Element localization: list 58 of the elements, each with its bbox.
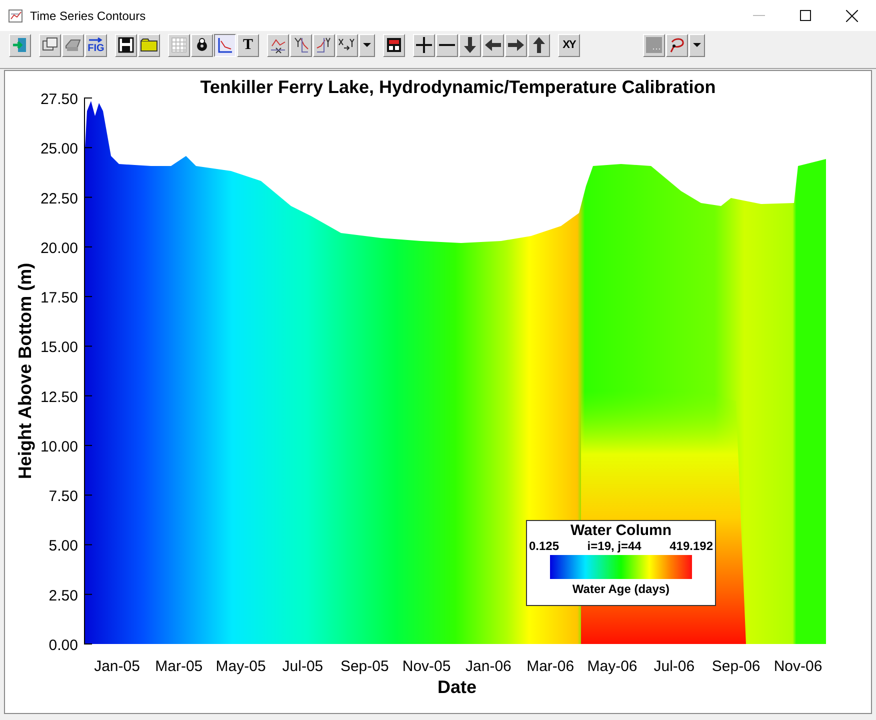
x-tick-label: Jul-06	[654, 658, 695, 675]
x-tick-label: Mar-06	[526, 658, 574, 675]
y-tick-label: 2.50	[48, 587, 78, 604]
x-tick-label: Mar-05	[155, 658, 203, 675]
y-tick-label: 25.00	[40, 140, 78, 158]
toolbar-button[interactable]: FIG	[85, 34, 107, 56]
y-tick-label: 22.50	[40, 190, 78, 208]
legend-label: Water Age (days)	[572, 582, 670, 596]
arrow-icon	[87, 36, 105, 42]
x-tick-label: May-05	[216, 658, 266, 675]
x-tick-label: Jul-05	[282, 658, 324, 675]
y-axis-icon	[292, 36, 310, 54]
folder-icon	[140, 36, 158, 54]
left-arrow-icon	[484, 36, 502, 54]
y-tick-label: 15.00	[40, 339, 78, 356]
window-title: Time Series Contours	[30, 8, 146, 22]
maximize-icon[interactable]	[800, 10, 811, 21]
chart-title: Tenkiller Ferry Lake, Hydrodynamic/Temperature Calibration	[200, 77, 716, 97]
y-tick-label: 20.00	[40, 240, 78, 257]
x-tick-label: Sep-06	[712, 658, 760, 675]
x-tick-label: Jan-05	[94, 658, 140, 675]
app-icon	[8, 8, 24, 24]
y-tick-label: 12.50	[40, 388, 78, 406]
exit-icon	[11, 36, 29, 54]
legend-max-value: 419.192	[670, 539, 713, 553]
up-arrow-icon	[530, 36, 548, 54]
toolbar-button[interactable]	[214, 34, 236, 56]
x-axis-title: Date	[438, 677, 476, 697]
chart-icon	[385, 36, 403, 54]
y-tick-label: 5.00	[48, 538, 78, 555]
x-tick-label: Sep-05	[340, 658, 389, 675]
y-tick-label: 10.00	[40, 438, 78, 456]
right-axis-icon	[315, 36, 333, 54]
lasso-icon	[668, 36, 686, 54]
toolbar-button[interactable]: T	[237, 34, 259, 56]
close-icon[interactable]	[846, 10, 858, 22]
x-tick-label: Nov-06	[774, 658, 822, 675]
x-tick-label: May-06	[587, 658, 638, 675]
legend-min-value: 0.125	[529, 539, 560, 553]
x-tick-label: Jan-06	[466, 658, 512, 675]
grid-icon	[170, 36, 188, 54]
toolbar-button[interactable]: XY	[558, 34, 580, 56]
legend-location: i=19, j=44	[587, 539, 642, 553]
caret-icon	[363, 43, 371, 47]
plus-icon	[415, 36, 433, 54]
down-arrow-icon	[461, 36, 479, 54]
minus-icon	[439, 44, 455, 46]
y-tick-label: 0.00	[48, 637, 78, 654]
y-tick-label: 17.50	[40, 290, 78, 307]
caret-icon	[693, 43, 701, 47]
right-arrow-icon	[507, 36, 525, 54]
legend-title: Water Column	[570, 522, 672, 539]
x-tick-label: Nov-05	[402, 658, 451, 675]
y-tick-label: 27.50	[40, 91, 78, 108]
blank-tile-icon	[645, 36, 663, 54]
y-axis-title: Height Above Bottom (m)	[15, 262, 35, 480]
y-tick-label: 7.50	[48, 488, 78, 506]
axes-icon	[216, 36, 234, 54]
